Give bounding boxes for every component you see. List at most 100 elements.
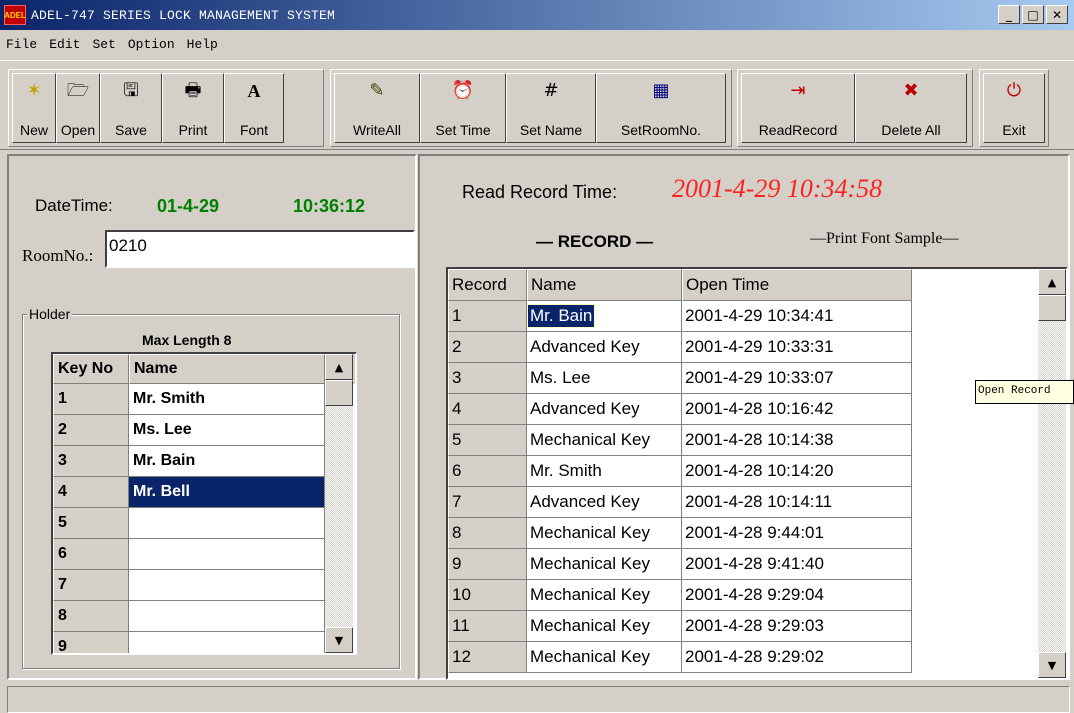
setname-label: Set Name xyxy=(519,122,583,138)
record-grid[interactable]: Record Name Open Time 1 Mr. Bain 2001-4-29… xyxy=(446,267,1068,680)
window-title: ADEL-747 SERIES LOCK MANAGEMENT SYSTEM xyxy=(31,7,336,23)
record-time-cell[interactable]: 2001-4-28 9:29:04 xyxy=(682,580,912,611)
scroll-down-arrow-icon[interactable]: ▼ xyxy=(1038,652,1066,678)
scroll-up-arrow-icon[interactable]: ▲ xyxy=(1038,269,1066,295)
header-open-time[interactable]: Open Time xyxy=(682,269,912,301)
record-name-cell[interactable]: Mr. Smith xyxy=(527,456,682,487)
record-time-cell[interactable]: 2001-4-28 10:14:38 xyxy=(682,425,912,456)
record-row[interactable]: 4 Advanced Key 2001-4-28 10:16:42 xyxy=(448,394,1066,425)
holder-row[interactable]: 9 xyxy=(53,632,355,653)
record-time-cell[interactable]: 2001-4-28 10:14:11 xyxy=(682,487,912,518)
title-bar[interactable]: ADEL ADEL-747 SERIES LOCK MANAGEMENT SYS… xyxy=(0,0,1074,30)
record-name-cell[interactable]: Mechanical Key xyxy=(527,518,682,549)
holder-row[interactable]: 4 Mr. Bell xyxy=(53,477,355,508)
setname-button[interactable]: # Set Name xyxy=(506,73,596,143)
record-name-cell[interactable]: Mechanical Key xyxy=(527,580,682,611)
holder-scrollbar[interactable]: ▲ ▼ xyxy=(325,354,353,653)
close-button[interactable]: ✕ xyxy=(1046,5,1068,24)
record-name-cell[interactable]: Ms. Lee xyxy=(527,363,682,394)
holder-name-cell[interactable]: Ms. Lee xyxy=(129,415,325,446)
holder-row[interactable]: 5 xyxy=(53,508,355,539)
record-name-cell[interactable]: Advanced Key xyxy=(527,394,682,425)
record-row[interactable]: 1 Mr. Bain 2001-4-29 10:34:41 xyxy=(448,301,1066,332)
record-name-text: Advanced Key xyxy=(530,337,640,356)
holder-row[interactable]: 7 xyxy=(53,570,355,601)
new-button[interactable]: ✶ New xyxy=(12,73,56,143)
record-time-cell[interactable]: 2001-4-29 10:34:41 xyxy=(682,301,912,332)
roomno-input[interactable]: 0210 xyxy=(105,230,415,268)
record-time-cell[interactable]: 2001-4-28 10:16:42 xyxy=(682,394,912,425)
menu-file[interactable]: File xyxy=(0,37,43,52)
roomno-label: RoomNo.: xyxy=(22,246,94,265)
deleteall-button[interactable]: ✖ Delete All xyxy=(855,73,967,143)
toolbar-file-group: ✶ New 🗁 Open 🖫 Save 🖶 Print A Font xyxy=(8,69,324,147)
holder-name-cell[interactable]: Mr. Bain xyxy=(129,446,325,477)
maximize-button[interactable]: □ xyxy=(1022,5,1044,24)
record-time-cell[interactable]: 2001-4-29 10:33:07 xyxy=(682,363,912,394)
holder-name-cell[interactable]: Mr. Smith xyxy=(129,384,325,415)
holder-row[interactable]: 1 Mr. Smith xyxy=(53,384,355,415)
record-time-cell[interactable]: 2001-4-28 9:29:02 xyxy=(682,642,912,673)
record-no-cell: 6 xyxy=(448,456,527,487)
scroll-thumb[interactable] xyxy=(325,380,353,406)
menu-edit[interactable]: Edit xyxy=(43,37,86,52)
menu-option[interactable]: Option xyxy=(122,37,181,52)
minimize-button[interactable]: _ xyxy=(998,5,1020,24)
record-name-cell[interactable]: Mechanical Key xyxy=(527,642,682,673)
header-record[interactable]: Record xyxy=(448,269,527,301)
exit-button[interactable]: ⏻ Exit xyxy=(983,73,1045,143)
scroll-up-arrow-icon[interactable]: ▲ xyxy=(325,354,353,380)
header-key-no[interactable]: Key No xyxy=(53,354,129,384)
readrecord-button[interactable]: ⇥ ReadRecord xyxy=(741,73,855,143)
header-record-name[interactable]: Name xyxy=(527,269,682,301)
menu-help[interactable]: Help xyxy=(181,37,224,52)
holder-row[interactable]: 6 xyxy=(53,539,355,570)
record-time-cell[interactable]: 2001-4-28 9:44:01 xyxy=(682,518,912,549)
record-row[interactable]: 7 Advanced Key 2001-4-28 10:14:11 xyxy=(448,487,1066,518)
record-row[interactable]: 5 Mechanical Key 2001-4-28 10:14:38 xyxy=(448,425,1066,456)
read-record-time-label: Read Record Time: xyxy=(462,182,618,202)
record-time-cell[interactable]: 2001-4-28 10:14:20 xyxy=(682,456,912,487)
font-button[interactable]: A Font xyxy=(224,73,284,143)
setroomno-grid-icon: ▦ xyxy=(652,80,670,101)
holder-name-cell[interactable] xyxy=(129,632,325,653)
record-row[interactable]: 11 Mechanical Key 2001-4-28 9:29:03 xyxy=(448,611,1066,642)
holder-row[interactable]: 8 xyxy=(53,601,355,632)
print-button[interactable]: 🖶 Print xyxy=(162,73,224,143)
setroomno-button[interactable]: ▦ SetRoomNo. xyxy=(596,73,726,143)
writeall-button[interactable]: ✎ WriteAll xyxy=(334,73,420,143)
record-row[interactable]: 2 Advanced Key 2001-4-29 10:33:31 xyxy=(448,332,1066,363)
record-name-cell[interactable]: Advanced Key xyxy=(527,487,682,518)
holder-key-cell: 1 xyxy=(53,384,129,415)
record-time-cell[interactable]: 2001-4-29 10:33:31 xyxy=(682,332,912,363)
scroll-thumb[interactable] xyxy=(1038,295,1066,321)
record-name-cell[interactable]: Advanced Key xyxy=(527,332,682,363)
holder-grid[interactable]: Key No Name 1 Mr. Smith 2 Ms. Lee 3 Mr. Bain 4… xyxy=(51,352,357,655)
holder-row[interactable]: 3 Mr. Bain xyxy=(53,446,355,477)
record-row[interactable]: 3 Ms. Lee 2001-4-29 10:33:07 xyxy=(448,363,1066,394)
holder-name-cell[interactable] xyxy=(129,570,325,601)
holder-name-cell[interactable] xyxy=(129,508,325,539)
record-scrollbar[interactable]: ▲ ▼ xyxy=(1038,269,1066,678)
record-name-cell[interactable]: Mr. Bain xyxy=(527,301,682,332)
record-row[interactable]: 10 Mechanical Key 2001-4-28 9:29:04 xyxy=(448,580,1066,611)
scroll-down-arrow-icon[interactable]: ▼ xyxy=(325,627,353,653)
record-name-cell[interactable]: Mechanical Key xyxy=(527,549,682,580)
record-time-cell[interactable]: 2001-4-28 9:41:40 xyxy=(682,549,912,580)
record-row[interactable]: 12 Mechanical Key 2001-4-28 9:29:02 xyxy=(448,642,1066,673)
holder-row[interactable]: 2 Ms. Lee xyxy=(53,415,355,446)
record-row[interactable]: 6 Mr. Smith 2001-4-28 10:14:20 xyxy=(448,456,1066,487)
record-name-cell[interactable]: Mechanical Key xyxy=(527,425,682,456)
holder-name-cell[interactable] xyxy=(129,539,325,570)
holder-name-cell[interactable]: Mr. Bell xyxy=(129,477,325,508)
holder-name-cell[interactable] xyxy=(129,601,325,632)
record-row[interactable]: 9 Mechanical Key 2001-4-28 9:41:40 xyxy=(448,549,1066,580)
record-time-cell[interactable]: 2001-4-28 9:29:03 xyxy=(682,611,912,642)
header-name[interactable]: Name xyxy=(129,354,325,384)
settime-button[interactable]: ⏰ Set Time xyxy=(420,73,506,143)
record-name-cell[interactable]: Mechanical Key xyxy=(527,611,682,642)
save-button[interactable]: 🖫 Save xyxy=(100,73,162,143)
menu-set[interactable]: Set xyxy=(86,37,121,52)
record-row[interactable]: 8 Mechanical Key 2001-4-28 9:44:01 xyxy=(448,518,1066,549)
open-button[interactable]: 🗁 Open xyxy=(56,73,100,143)
